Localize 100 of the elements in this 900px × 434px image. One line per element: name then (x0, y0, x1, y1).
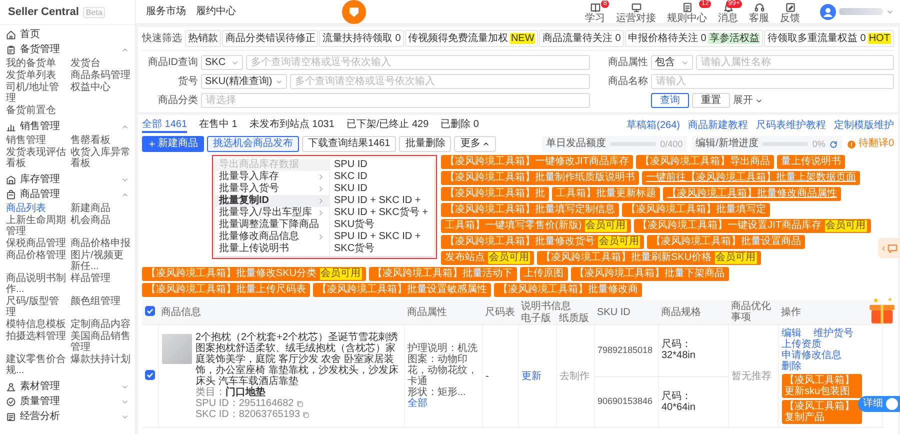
toolbox-button[interactable]: 【凌风跨境工具箱】批量刷新SKU价格 会员可用 (537, 251, 761, 265)
submenu-item[interactable]: SKC ID (330, 171, 434, 183)
refresh-icon[interactable] (829, 140, 838, 148)
nav-item[interactable]: 发货台 (70, 58, 131, 69)
text-field[interactable]: 请输入 (651, 74, 894, 89)
menu-item[interactable]: 批量上传说明书 (215, 243, 329, 255)
quick-filter-chip[interactable]: 申报价格待关注 0 享参活权益 (624, 30, 764, 47)
gift-box-drawing[interactable] (867, 296, 897, 326)
nav-item[interactable]: 备货前置仓 (6, 105, 66, 116)
copy-icon[interactable] (296, 400, 304, 408)
nav-item[interactable]: 商品列表 (6, 203, 66, 214)
toolbox-button[interactable]: 【凌风跨境工具箱】一键设置JIT商品库存 会员可用 (634, 219, 871, 233)
status-tab[interactable]: 已删除 0 (440, 119, 479, 133)
top-nav-link[interactable]: 服务市场 (146, 6, 186, 18)
nav-section-header[interactable]: 商品管理 (0, 187, 135, 202)
toolbar-item[interactable]: 客服 (745, 0, 773, 24)
help-link[interactable]: 定制模版维护 (834, 120, 894, 132)
action-link[interactable]: 删除 (782, 361, 802, 372)
toolbar-button[interactable]: 批量删除 (399, 136, 452, 152)
nav-section-header[interactable]: 质量管理 (0, 394, 135, 409)
nav-section-header[interactable]: 首页 (0, 27, 135, 42)
add-button[interactable]: 新建商品 (142, 136, 204, 152)
action-link[interactable]: 上传资质 (782, 339, 822, 350)
nav-item[interactable]: 权益中心 (70, 82, 131, 104)
nav-section-header[interactable]: 素材管理 (0, 379, 135, 394)
nav-item[interactable]: 商品价格申报 (70, 238, 131, 249)
view-all-link[interactable]: 全部 (408, 398, 428, 409)
dropdown-button[interactable]: 更多 (454, 136, 496, 152)
nav-section-header[interactable]: 销售管理 (0, 119, 135, 134)
checkbox[interactable] (145, 306, 155, 316)
nav-section-header[interactable]: 库存管理 (0, 172, 135, 187)
text-field[interactable]: 多个查询请空格或逗号依次输入 (290, 74, 590, 89)
nav-item[interactable]: 爆款扶持计划 (70, 354, 131, 376)
status-tab[interactable]: 已下架/已终止 429 (346, 119, 429, 133)
action-link[interactable]: 申请修改信息 (782, 350, 842, 361)
dropdown-select[interactable]: SKC (201, 55, 243, 70)
outline-button[interactable]: 挑选机会商品发布 (207, 136, 299, 152)
text-field[interactable]: 请输入属性名称 (696, 55, 894, 70)
nav-item[interactable]: 新建商品 (70, 203, 131, 214)
menu-item[interactable]: 批量修改商品信息 (215, 231, 329, 243)
nav-item[interactable]: 图片/视频更新任... (70, 250, 131, 272)
toolbox-button[interactable]: 【凌风跨境工具箱】批量修改SKU分类 会员可用 (142, 267, 366, 281)
toolbox-button[interactable]: 【凌风跨境工具箱】批量修改货号 会员可用 (441, 235, 644, 249)
quick-filter-chip[interactable]: 待领取多重流量权益 0 HOT (764, 30, 894, 47)
top-nav-link[interactable]: 履约中心 (196, 6, 236, 18)
feedback-tab[interactable] (878, 238, 900, 258)
help-link[interactable]: 尺码表维护教程 (756, 120, 826, 132)
menu-item[interactable]: 批量调整流量下降商品 (215, 219, 329, 231)
avatar[interactable] (820, 4, 836, 20)
checkbox[interactable] (145, 370, 155, 380)
nav-item[interactable]: 我的备货单 (6, 58, 66, 69)
reset-button[interactable]: 重置 (692, 93, 730, 108)
nav-item[interactable]: 建议零售价合规... (6, 354, 66, 376)
nav-item[interactable]: 商品说明书制作... (6, 273, 66, 295)
submenu-item[interactable]: SPU ID + SKC ID + SKU ID + SKC货号 + SKU货号 (330, 195, 434, 231)
quick-filter-chip[interactable]: 商品流量待关注 0 (539, 30, 624, 47)
nav-item[interactable]: 美国商品销售管理 (70, 331, 131, 353)
submenu-item[interactable]: SPU ID (330, 159, 434, 171)
nav-item[interactable]: 模特信息模板 (6, 319, 66, 330)
nav-item[interactable]: 售罄看板 (70, 135, 131, 146)
nav-item[interactable]: 发货单列表 (6, 70, 66, 81)
nav-item[interactable]: 销售管理 (6, 135, 66, 146)
nav-item[interactable]: 上新生命周期管理 (6, 215, 66, 237)
menu-item[interactable]: 批量导入库存 (215, 171, 329, 183)
text-field[interactable]: 多个查询请空格或逗号依次输入 (246, 55, 590, 70)
action-link[interactable]: 编辑 (782, 328, 802, 339)
submenu-item[interactable]: SPU ID + SKC ID + SKC货号 (330, 231, 434, 255)
nav-item[interactable]: 司机/地址管理 (6, 82, 66, 104)
nav-section-header[interactable]: 经营分析 (0, 409, 135, 424)
copy-icon[interactable] (302, 410, 310, 418)
quick-filter-chip[interactable]: 传视频得免费流量加权 NEW (404, 30, 538, 47)
shield-logo-button[interactable] (342, 0, 366, 24)
dropdown-select[interactable]: SKU(精准查询) (201, 74, 288, 89)
help-link[interactable]: 草稿箱(264) (626, 120, 680, 132)
nav-item[interactable]: 机会商品 (70, 215, 131, 237)
nav-item[interactable]: 定制商品内容 (70, 319, 131, 330)
help-link[interactable]: 商品新建教程 (688, 120, 748, 132)
action-link[interactable]: 维护货号 (814, 328, 854, 339)
menu-item[interactable]: 批量导入/导出车型库 (215, 207, 329, 219)
quick-filter-chip[interactable]: 商品分类错误待修正 (222, 30, 318, 47)
nav-item[interactable]: 拍摄选料管理 (6, 331, 66, 353)
menu-item[interactable]: 批量复制ID (215, 195, 329, 207)
quick-filter-chip[interactable]: 热销款 (185, 30, 222, 47)
submenu-item[interactable]: SKU ID (330, 183, 434, 195)
menu-item[interactable]: 批量导入货号 (215, 183, 329, 195)
text-field[interactable]: 请选择 (201, 93, 590, 108)
nav-section-header[interactable]: 备货管理 (0, 42, 135, 57)
quick-filter-chip[interactable]: 流量扶持待领取 0 (319, 30, 404, 47)
nav-item[interactable]: 商品价格管理 (6, 250, 66, 272)
toolbox-button[interactable]: 发布站点 会员可用 (441, 251, 534, 265)
toolbox-button[interactable]: 工具箱】一键填写零售价(新版) 会员可用 (441, 219, 631, 233)
status-tab[interactable]: 未发布到站点 1031 (249, 119, 334, 133)
dropdown-select[interactable]: 包含 (651, 55, 693, 70)
search-button[interactable]: 查询 (651, 93, 689, 108)
nav-item[interactable]: 发货表现评估看板 (6, 147, 66, 169)
toolbar-button[interactable]: 下载查询结果1461 (302, 136, 396, 152)
status-tab[interactable]: 全部 1461 (142, 119, 188, 133)
nav-item[interactable]: 样品管理 (70, 273, 131, 295)
update-link[interactable]: 更新 (522, 370, 542, 382)
nav-item[interactable]: 尺码/版型管理 (6, 296, 66, 318)
